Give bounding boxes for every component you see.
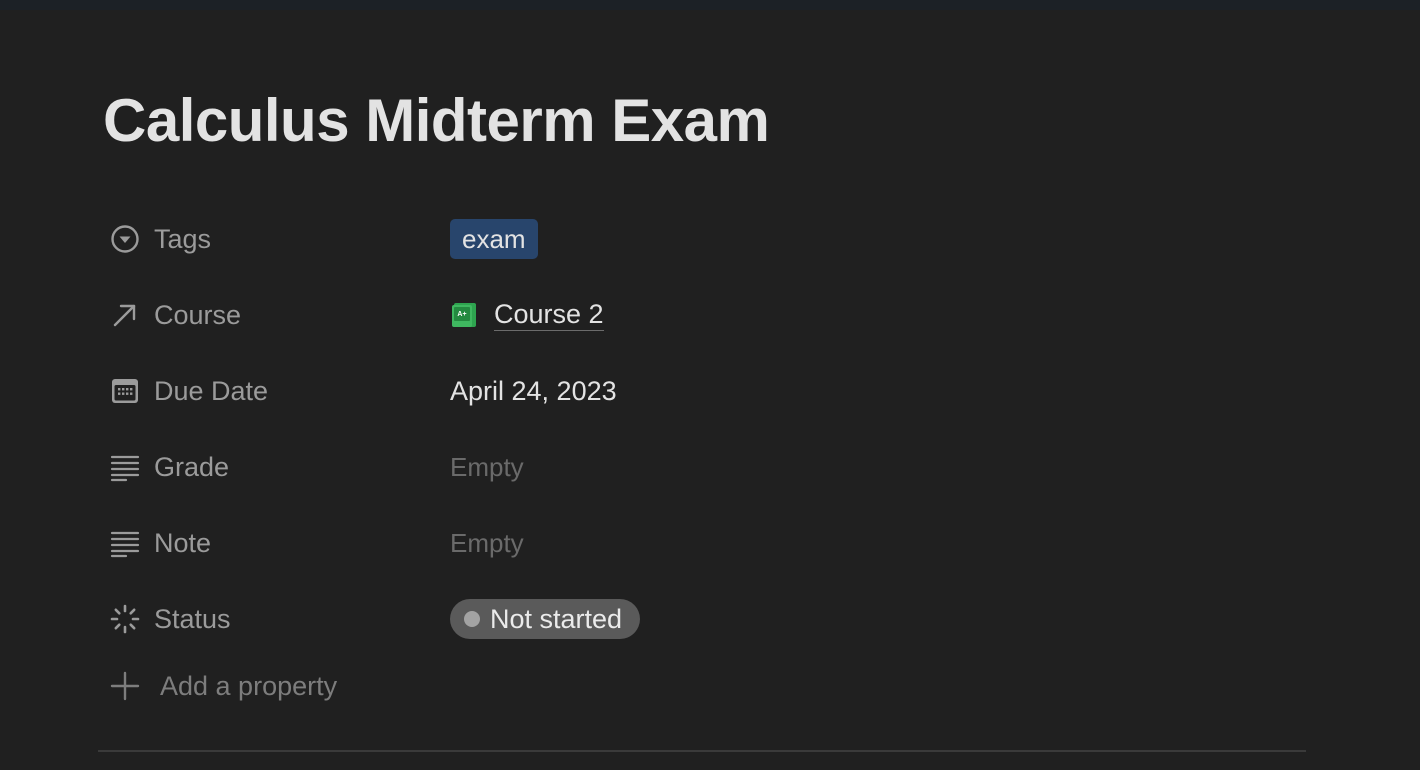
course-link[interactable]: A+ Course 2 (450, 299, 604, 331)
grade-empty-placeholder[interactable]: Empty (450, 452, 524, 483)
status-text: Not started (490, 603, 623, 634)
property-name-status[interactable]: Status (98, 589, 438, 649)
note-empty-placeholder[interactable]: Empty (450, 528, 524, 559)
add-property-label: Add a property (160, 671, 338, 701)
add-property-button[interactable]: Add a property (98, 656, 438, 716)
text-lines-icon (110, 452, 140, 482)
property-row-course: Course A+ Course 2 (98, 285, 1306, 345)
property-value-due-date[interactable]: April 24, 2023 (442, 361, 617, 421)
plus-icon (110, 671, 140, 701)
property-row-tags: Tags exam (98, 209, 1306, 269)
property-value-status[interactable]: Not started (442, 589, 641, 649)
svg-text:A+: A+ (457, 311, 466, 318)
property-name-grade[interactable]: Grade (98, 437, 438, 497)
property-name-note[interactable]: Note (98, 513, 438, 573)
status-dot-icon (464, 611, 480, 627)
property-name-tags[interactable]: Tags (98, 209, 438, 269)
course-name[interactable]: Course 2 (494, 299, 604, 331)
property-label: Due Date (154, 376, 269, 406)
property-value-note[interactable]: Empty (442, 513, 524, 573)
page-title[interactable]: Calculus Midterm Exam (103, 86, 770, 156)
property-row-status: Status Not started (98, 589, 1306, 649)
property-label: Tags (154, 224, 212, 254)
property-label: Note (154, 528, 212, 558)
relation-arrow-icon (110, 300, 140, 330)
property-value-course[interactable]: A+ Course 2 (442, 285, 604, 345)
property-label: Status (154, 604, 231, 634)
property-row-grade: Grade Empty (98, 437, 1306, 497)
status-spinner-icon (110, 604, 140, 634)
property-value-grade[interactable]: Empty (442, 437, 524, 497)
text-lines-icon (110, 528, 140, 558)
book-icon: A+ (450, 301, 478, 329)
property-row-note: Note Empty (98, 513, 1306, 573)
dropdown-circle-icon (110, 224, 140, 254)
status-badge[interactable]: Not started (450, 599, 641, 639)
property-row-due-date: Due Date April 24, 2023 (98, 361, 1306, 421)
divider (98, 750, 1306, 752)
property-name-course[interactable]: Course (98, 285, 438, 345)
property-label: Grade (154, 452, 230, 482)
property-label: Course (154, 300, 242, 330)
property-name-due-date[interactable]: Due Date (98, 361, 438, 421)
tag-chip[interactable]: exam (450, 219, 538, 259)
window-top-bar (0, 0, 1420, 10)
due-date-value[interactable]: April 24, 2023 (450, 376, 617, 407)
property-value-tags[interactable]: exam (442, 209, 538, 269)
calendar-icon (110, 376, 140, 406)
